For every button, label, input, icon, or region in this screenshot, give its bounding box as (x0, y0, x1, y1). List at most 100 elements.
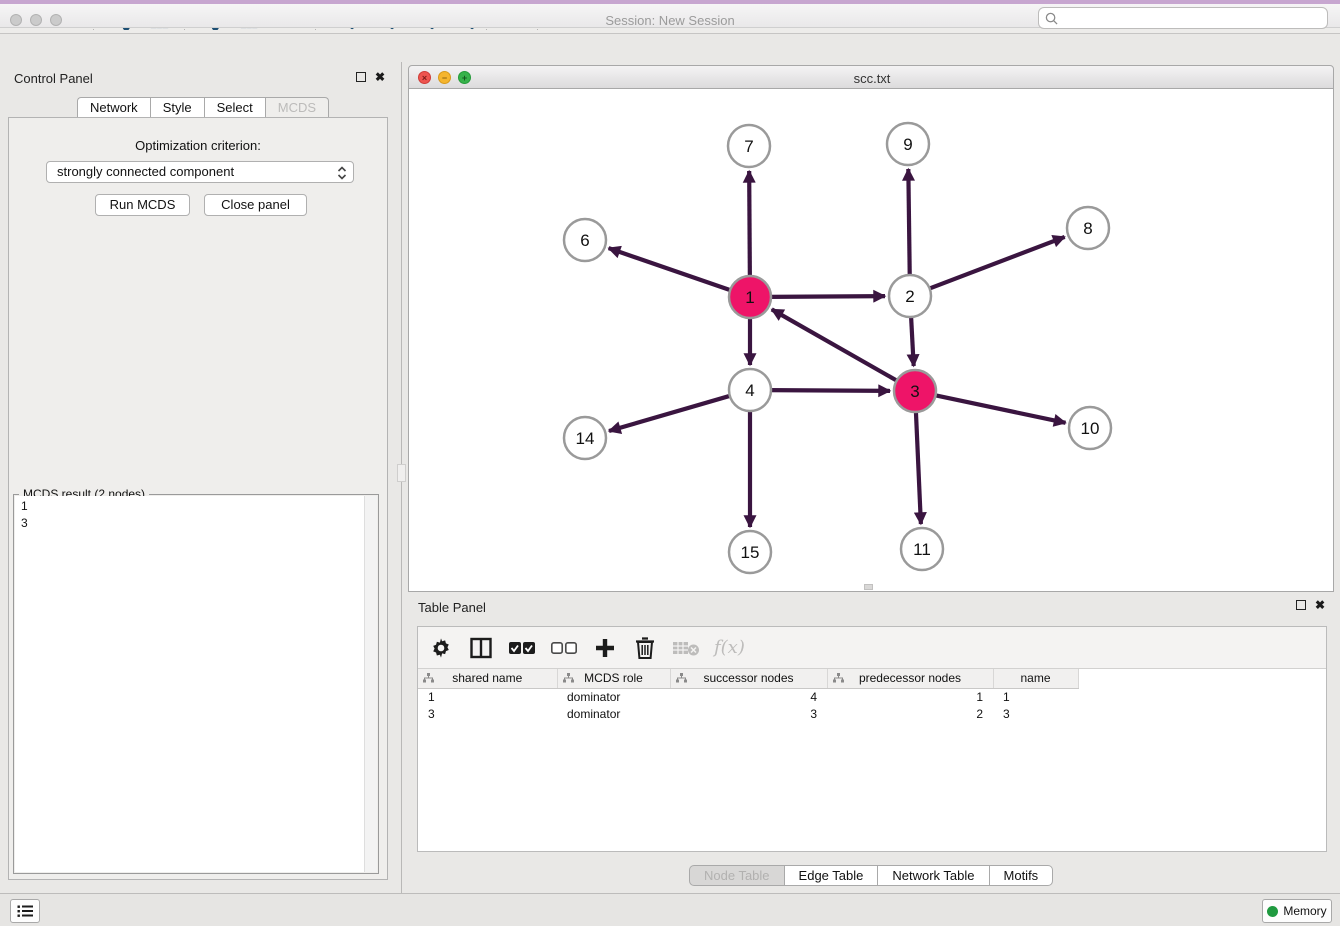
column-header-label: MCDS role (584, 671, 643, 685)
column-header-name[interactable]: name (993, 669, 1078, 688)
edge-4-3[interactable] (769, 390, 890, 391)
status-bar: Memory (0, 893, 1340, 926)
mcds-result-values: 1 3 (21, 498, 28, 532)
list-icon (17, 904, 34, 918)
table-row[interactable]: 1dominator411 (418, 688, 1098, 705)
split-view-icon[interactable] (468, 634, 494, 662)
column-header-shared-name[interactable]: shared name (418, 669, 557, 688)
network-view-window: × − + scc.txt 1234678910111415 (408, 65, 1334, 592)
settings-icon[interactable] (428, 634, 454, 662)
tab-motifs[interactable]: Motifs (989, 865, 1054, 886)
memory-button[interactable]: Memory (1262, 899, 1332, 923)
task-history-button[interactable] (10, 899, 40, 923)
network-graph: 1234678910111415 (409, 89, 1333, 590)
control-panel-title: Control Panel (14, 71, 93, 86)
run-mcds-button[interactable]: Run MCDS (95, 194, 190, 216)
table-cell[interactable]: dominator (557, 688, 670, 705)
criterion-value: strongly connected component (57, 164, 234, 179)
table-cell[interactable]: dominator (557, 705, 670, 722)
edge-1-2[interactable] (769, 296, 885, 297)
table-panel-tabs: Node TableEdge TableNetwork TableMotifs (689, 865, 1053, 886)
edge-2-9[interactable] (908, 169, 909, 277)
tab-network[interactable]: Network (77, 97, 150, 118)
network-canvas[interactable]: 1234678910111415 (408, 89, 1334, 592)
column-header-predecessor-nodes[interactable]: predecessor nodes (827, 669, 993, 688)
edge-2-3[interactable] (911, 315, 914, 366)
close-panel-icon[interactable]: ✖ (375, 72, 385, 82)
node-label-7: 7 (744, 137, 753, 156)
edge-1-7[interactable] (749, 171, 750, 278)
table-cell[interactable]: 3 (418, 705, 557, 722)
node-table-container: f(x) shared name MCDS role successor nodes… (417, 626, 1327, 852)
criterion-dropdown[interactable]: strongly connected component (46, 161, 354, 183)
edge-3-1[interactable] (772, 309, 899, 381)
tab-mcds[interactable]: MCDS (265, 97, 329, 119)
column-header-successor-nodes[interactable]: successor nodes (670, 669, 827, 688)
edge-3-10[interactable] (934, 395, 1066, 423)
table-toolbar: f(x) (418, 627, 1326, 669)
node-label-15: 15 (741, 543, 760, 562)
tab-network-table[interactable]: Network Table (877, 865, 988, 886)
table-cell[interactable]: 1 (827, 688, 993, 705)
table-cell[interactable]: 3 (993, 705, 1078, 722)
table-cell[interactable]: 4 (670, 688, 827, 705)
delete-table-icon[interactable] (672, 634, 700, 662)
column-header-label: shared name (452, 671, 522, 685)
control-panel-controls: ✖ (356, 72, 385, 82)
node-label-3: 3 (910, 382, 919, 401)
table-cell[interactable]: 2 (827, 705, 993, 722)
tab-select[interactable]: Select (204, 97, 265, 118)
float-panel-icon[interactable] (1296, 600, 1306, 610)
search-field[interactable] (1038, 7, 1328, 29)
mcds-result-groupbox: MCDS result (2 nodes) 1 3 (13, 494, 379, 874)
node-label-1: 1 (745, 288, 754, 307)
search-icon (1045, 12, 1058, 25)
function-builder-icon[interactable]: f(x) (714, 634, 745, 662)
select-all-checks-icon[interactable] (508, 634, 536, 662)
network-window-titlebar[interactable]: × − + scc.txt (408, 65, 1334, 89)
criterion-label: Optimization criterion: (9, 138, 387, 153)
tab-node-table[interactable]: Node Table (689, 865, 784, 886)
tab-edge-table[interactable]: Edge Table (784, 865, 878, 886)
column-header-label: name (1020, 671, 1050, 685)
table-panel-controls: ✖ (1296, 600, 1325, 610)
column-header-label: successor nodes (703, 671, 793, 685)
table-panel-title: Table Panel (418, 600, 486, 615)
table-cell[interactable]: 1 (993, 688, 1078, 705)
edge-1-6[interactable] (609, 248, 732, 291)
dropdown-stepper-icon (337, 165, 347, 181)
application-window: Session: New Session (0, 0, 1340, 926)
tab-style[interactable]: Style (150, 97, 204, 118)
node-label-9: 9 (903, 135, 912, 154)
table-cell[interactable]: 1 (418, 688, 557, 705)
node-label-14: 14 (576, 429, 595, 448)
close-panel-button[interactable]: Close panel (204, 194, 307, 216)
delete-column-icon[interactable] (632, 634, 658, 662)
float-panel-icon[interactable] (356, 72, 366, 82)
vertical-splitter-handle[interactable] (397, 464, 406, 482)
node-label-4: 4 (745, 381, 754, 400)
edge-3-11[interactable] (916, 410, 921, 524)
table-filler (1078, 669, 1098, 688)
table-row[interactable]: 3dominator323 (418, 705, 1098, 722)
deselect-all-checks-icon[interactable] (550, 634, 578, 662)
node-label-2: 2 (905, 287, 914, 306)
edge-2-8[interactable] (928, 237, 1065, 289)
network-view-title: scc.txt (409, 71, 1335, 86)
node-label-8: 8 (1083, 219, 1092, 238)
column-header-MCDS-role[interactable]: MCDS role (557, 669, 670, 688)
add-column-icon[interactable] (592, 634, 618, 662)
result-scrollbar[interactable] (364, 496, 377, 872)
search-input[interactable] (1062, 11, 1327, 25)
node-label-11: 11 (913, 540, 931, 559)
node-label-10: 10 (1081, 419, 1100, 438)
table-cell[interactable]: 3 (670, 705, 827, 722)
close-panel-icon[interactable]: ✖ (1315, 600, 1325, 610)
canvas-resize-grip[interactable] (864, 584, 873, 590)
column-header-label: predecessor nodes (859, 671, 961, 685)
control-panel-tabs: NetworkStyleSelectMCDS (77, 97, 329, 119)
node-attribute-table[interactable]: shared name MCDS role successor nodes prede… (418, 669, 1098, 722)
mcds-result-textarea[interactable]: 1 3 (15, 496, 377, 872)
table-cell-empty (1078, 688, 1098, 705)
edge-4-14[interactable] (609, 395, 732, 431)
